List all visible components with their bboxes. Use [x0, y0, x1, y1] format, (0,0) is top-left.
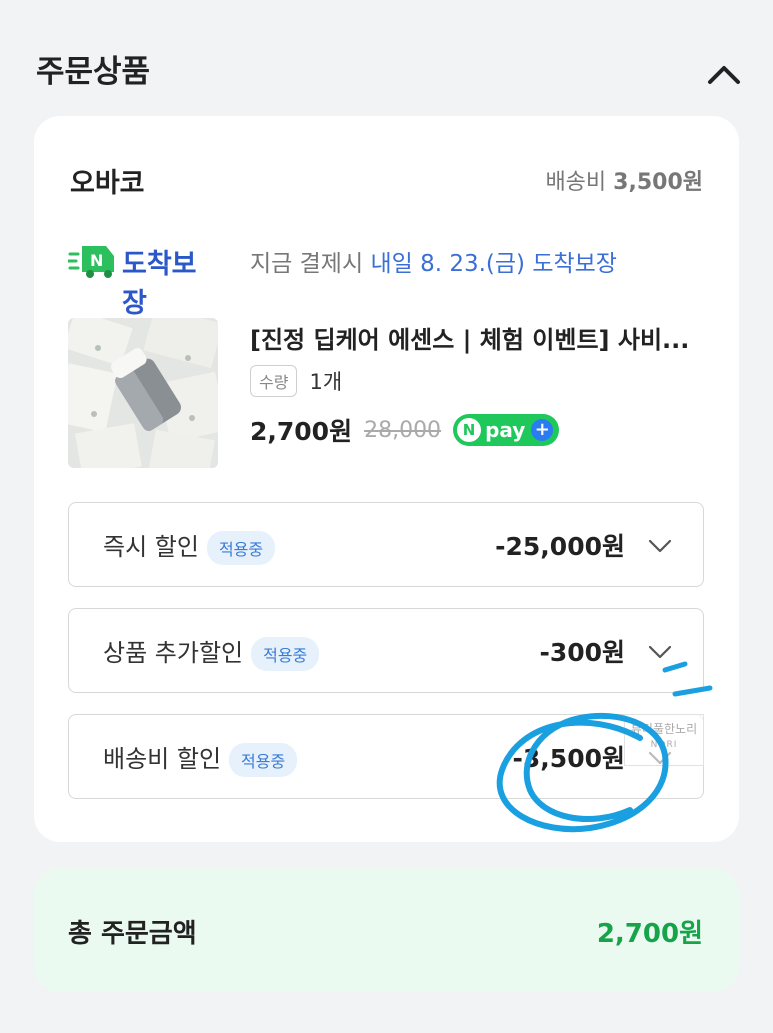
shipping-fee-label: 배송비 — [545, 170, 607, 195]
quantity-label: 수량 — [250, 365, 298, 397]
npay-plus-badge: N pay + — [453, 414, 560, 446]
price-row: 2,700원 28,000 N pay + — [250, 412, 560, 448]
delivery-prefix: 지금 결제시 — [250, 251, 364, 277]
quantity-value: 1개 — [309, 370, 343, 394]
product-photo — [68, 318, 218, 468]
collapse-button[interactable] — [700, 50, 748, 98]
discount-label-row: 즉시 할인 적용중 — [103, 527, 276, 565]
original-price: 28,000 — [364, 417, 442, 443]
sale-price: 2,700원 — [250, 417, 353, 446]
delivery-guarantee-badge: N 도착보장 — [68, 240, 218, 319]
watermark-line1: 뷰티풀한노리 — [630, 722, 698, 736]
product-image[interactable] — [68, 318, 218, 468]
delivery-date: 내일 8. 23.(금) 도착보장 — [370, 251, 617, 277]
discount-shipping[interactable]: 배송비 할인 적용중 -3,500원 — [68, 714, 704, 799]
discount-label: 즉시 할인 — [103, 533, 199, 561]
total-amount: 2,700원 — [596, 919, 703, 949]
delivery-truck-icon: N — [68, 246, 114, 278]
discount-amount: -300원 — [539, 638, 625, 667]
discount-label-row: 배송비 할인 적용중 — [103, 739, 298, 777]
chevron-up-icon — [708, 66, 740, 84]
discount-label: 상품 추가할인 — [103, 639, 244, 667]
order-items-header: 주문상품 — [0, 0, 773, 116]
delivery-badge-text: 도착보장 — [122, 249, 197, 319]
discount-instant[interactable]: 즉시 할인 적용중 -25,000원 — [68, 502, 704, 587]
order-total: 총 주문금액 2,700원 — [34, 868, 739, 992]
applied-tag: 적용중 — [206, 531, 276, 565]
quantity-row: 수량 1개 — [250, 365, 342, 397]
npay-n-icon: N — [457, 418, 482, 442]
discount-label-row: 상품 추가할인 적용중 — [103, 633, 320, 671]
watermark: 뷰티풀한노리 NORI — [624, 714, 704, 766]
section-title: 주문상품 — [36, 54, 151, 90]
chevron-down-icon — [648, 645, 672, 659]
npay-text: pay — [485, 418, 526, 442]
seller-name: 오바코 — [70, 168, 145, 199]
discount-amount: -25,000원 — [495, 532, 625, 561]
svg-text:N: N — [90, 251, 103, 270]
watermark-line2: NORI — [650, 740, 678, 750]
shipping-fee-amount: 3,500원 — [613, 170, 703, 195]
shipping-fee: 배송비 3,500원 — [545, 164, 703, 196]
applied-tag: 적용중 — [251, 637, 320, 671]
applied-tag: 적용중 — [229, 743, 298, 777]
discount-amount: -3,500원 — [512, 744, 625, 773]
chevron-down-icon — [648, 539, 672, 553]
plus-icon: + — [531, 419, 554, 441]
total-label: 총 주문금액 — [68, 919, 197, 949]
product-title[interactable]: [진정 딥케어 에센스 | 체험 이벤트] 사비... — [250, 320, 700, 355]
discount-label: 배송비 할인 — [103, 745, 222, 773]
delivery-info: 지금 결제시 내일 8. 23.(금) 도착보장 — [250, 244, 617, 278]
discount-product-extra[interactable]: 상품 추가할인 적용중 -300원 — [68, 608, 704, 693]
